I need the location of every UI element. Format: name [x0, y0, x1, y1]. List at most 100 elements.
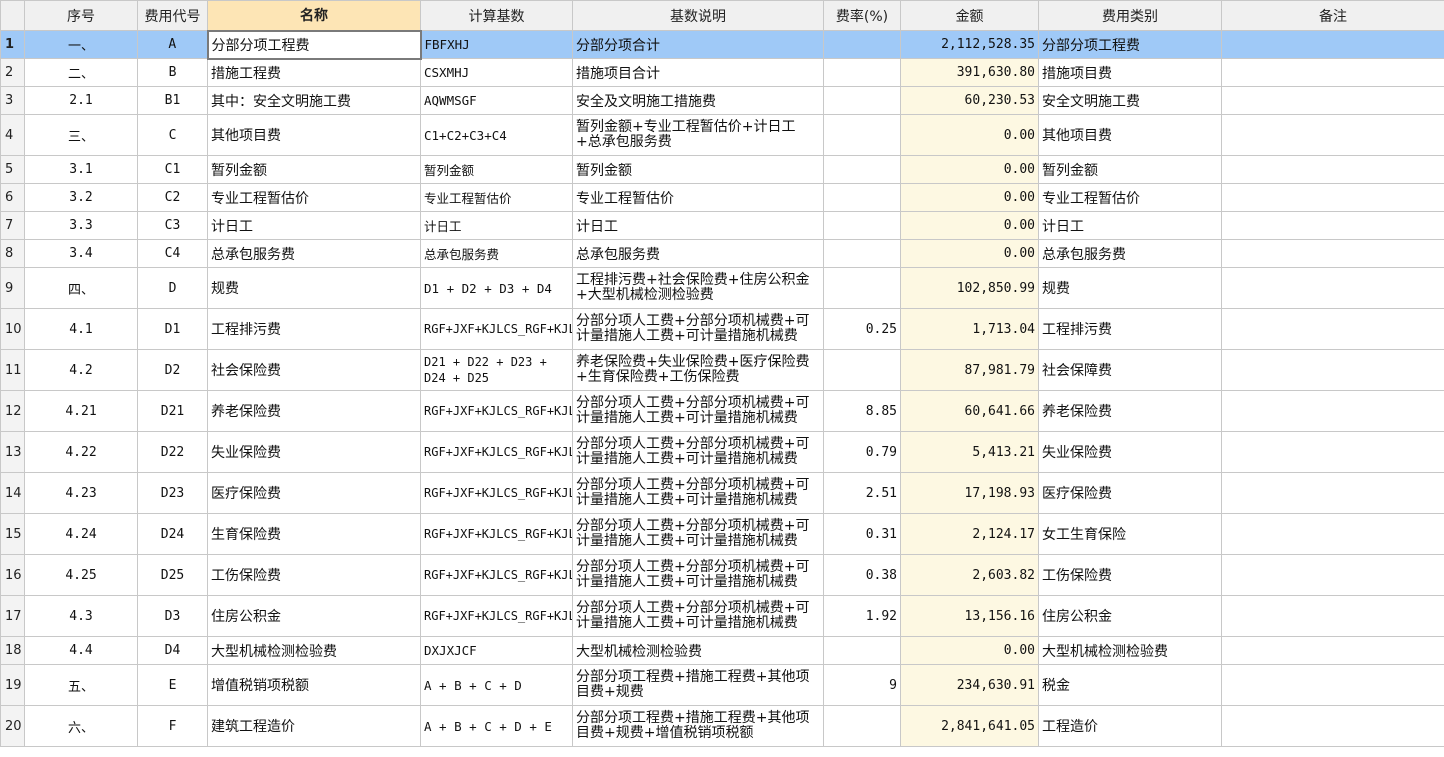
seq-cell[interactable]: 三、	[24, 114, 138, 156]
desc-cell[interactable]: 分部分项人工费+分部分项机械费+可计量措施人工费+可计量措施机械费	[572, 390, 824, 432]
code-cell[interactable]: C	[137, 114, 208, 156]
name-cell[interactable]: 其他项目费	[207, 114, 421, 156]
code-cell[interactable]: D24	[137, 513, 208, 555]
category-cell[interactable]: 工程造价	[1038, 705, 1222, 747]
amount-cell[interactable]: 0.00	[900, 183, 1039, 212]
table-row[interactable]: 5 3.1 C1 暂列金额 暂列金额 暂列金额 0.00 暂列金额	[0, 155, 1444, 184]
row-number-cell[interactable]: 10	[0, 308, 25, 350]
amount-cell[interactable]: 13,156.16	[900, 595, 1039, 637]
seq-cell[interactable]: 4.2	[24, 349, 138, 391]
base-cell[interactable]: D1 + D2 + D3 + D4	[420, 267, 573, 309]
fee-summary-grid[interactable]: 序号 费用代号 名称 计算基数 基数说明 费率(%) 金额 费用类别 备注 1一…	[0, 0, 1444, 757]
seq-cell[interactable]: 一、	[24, 30, 138, 59]
name-cell[interactable]: 社会保险费	[207, 349, 421, 391]
desc-cell[interactable]: 养老保险费+失业保险费+医疗保险费+生育保险费+工伤保险费	[572, 349, 824, 391]
name-cell[interactable]: 措施工程费	[207, 58, 421, 87]
col-header-amount[interactable]: 金额	[900, 0, 1039, 31]
base-cell[interactable]: RGF+JXF+KJLCS_RGF+KJLCS_JXF	[420, 390, 573, 432]
note-cell[interactable]	[1221, 239, 1444, 268]
name-cell[interactable]: 总承包服务费	[207, 239, 421, 268]
table-row[interactable]: 104.1D1工程排污费RGF+JXF+KJLCS_RGF+KJLCS_JXF分…	[0, 308, 1444, 350]
table-row[interactable]: 4 三、 C 其他项目费 C1+C2+C3+C4 暂列金额+专业工程暂估价+计日工+总承包…	[0, 114, 1444, 156]
note-cell[interactable]	[1221, 267, 1444, 309]
name-cell[interactable]: 工程排污费	[207, 308, 421, 350]
desc-cell[interactable]: 安全及文明施工措施费	[572, 86, 824, 115]
seq-cell[interactable]: 4.21	[24, 390, 138, 432]
code-cell[interactable]: D4	[137, 636, 208, 665]
note-cell[interactable]	[1221, 349, 1444, 391]
base-cell[interactable]: RGF+JXF+KJLCS_RGF+KJLCS_JXF	[420, 554, 573, 596]
base-cell[interactable]: FBFXHJ	[420, 30, 573, 59]
table-row[interactable]: 19 五、 E 增值税销项税额 A + B + C + D 分部分项工程费+措施工程费+其…	[0, 664, 1444, 706]
col-header-seq[interactable]: 序号	[24, 0, 138, 31]
code-cell[interactable]: D2	[137, 349, 208, 391]
note-cell[interactable]	[1221, 390, 1444, 432]
amount-cell[interactable]: 60,641.66	[900, 390, 1039, 432]
amount-cell[interactable]: 0.00	[900, 211, 1039, 240]
seq-cell[interactable]: 3.4	[24, 239, 138, 268]
table-row[interactable]: 124.21D21养老保险费RGF+JXF+KJLCS_RGF+KJLCS_JX…	[0, 390, 1444, 432]
code-cell[interactable]: D3	[137, 595, 208, 637]
category-cell[interactable]: 医疗保险费	[1038, 472, 1222, 514]
note-cell[interactable]	[1221, 211, 1444, 240]
table-row[interactable]: 18 4.4 D4 大型机械检测检验费 DXJXJCF 大型机械检测检验费 0.00 大型机械…	[0, 636, 1444, 665]
name-cell[interactable]: 专业工程暂估价	[207, 183, 421, 212]
desc-cell[interactable]: 分部分项工程费+措施工程费+其他项目费+规费	[572, 664, 824, 706]
note-cell[interactable]	[1221, 636, 1444, 665]
table-row[interactable]: 9 四、 D 规费 D1 + D2 + D3 + D4 工程排污费+社会保险费+住房公积金…	[0, 267, 1444, 309]
category-cell[interactable]: 总承包服务费	[1038, 239, 1222, 268]
note-cell[interactable]	[1221, 705, 1444, 747]
category-cell[interactable]: 暂列金额	[1038, 155, 1222, 184]
amount-cell[interactable]: 5,413.21	[900, 431, 1039, 473]
base-cell[interactable]: A + B + C + D	[420, 664, 573, 706]
category-cell[interactable]: 失业保险费	[1038, 431, 1222, 473]
base-cell[interactable]: CSXMHJ	[420, 58, 573, 87]
col-header-desc[interactable]: 基数说明	[572, 0, 824, 31]
desc-cell[interactable]: 专业工程暂估价	[572, 183, 824, 212]
desc-cell[interactable]: 大型机械检测检验费	[572, 636, 824, 665]
amount-cell[interactable]: 0.00	[900, 155, 1039, 184]
rate-cell[interactable]	[823, 58, 901, 87]
category-cell[interactable]: 工程排污费	[1038, 308, 1222, 350]
col-header-base[interactable]: 计算基数	[420, 0, 573, 31]
col-header-code[interactable]: 费用代号	[137, 0, 208, 31]
base-cell[interactable]: RGF+JXF+KJLCS_RGF+KJLCS_JXF	[420, 513, 573, 555]
seq-cell[interactable]: 4.23	[24, 472, 138, 514]
category-cell[interactable]: 大型机械检测检验费	[1038, 636, 1222, 665]
desc-cell[interactable]: 暂列金额	[572, 155, 824, 184]
desc-cell[interactable]: 计日工	[572, 211, 824, 240]
note-cell[interactable]	[1221, 30, 1444, 59]
row-number-cell[interactable]: 12	[0, 390, 25, 432]
row-number-cell[interactable]: 14	[0, 472, 25, 514]
rate-cell[interactable]: 0.31	[823, 513, 901, 555]
row-number-cell[interactable]: 1	[0, 30, 25, 59]
rate-cell[interactable]	[823, 267, 901, 309]
base-cell[interactable]: 专业工程暂估价	[420, 183, 573, 212]
table-row[interactable]: 134.22D22失业保险费RGF+JXF+KJLCS_RGF+KJLCS_JX…	[0, 431, 1444, 473]
note-cell[interactable]	[1221, 114, 1444, 156]
category-cell[interactable]: 计日工	[1038, 211, 1222, 240]
rate-cell[interactable]: 8.85	[823, 390, 901, 432]
base-cell[interactable]: 总承包服务费	[420, 239, 573, 268]
desc-cell[interactable]: 总承包服务费	[572, 239, 824, 268]
seq-cell[interactable]: 4.25	[24, 554, 138, 596]
desc-cell[interactable]: 分部分项人工费+分部分项机械费+可计量措施人工费+可计量措施机械费	[572, 308, 824, 350]
rate-cell[interactable]	[823, 211, 901, 240]
base-cell[interactable]: A + B + C + D + E	[420, 705, 573, 747]
row-number-cell[interactable]: 6	[0, 183, 25, 212]
row-number-cell[interactable]: 3	[0, 86, 25, 115]
seq-cell[interactable]: 4.4	[24, 636, 138, 665]
seq-cell[interactable]: 4.22	[24, 431, 138, 473]
base-cell[interactable]: 暂列金额	[420, 155, 573, 184]
row-number-cell[interactable]: 19	[0, 664, 25, 706]
base-cell[interactable]: RGF+JXF+KJLCS_RGF+KJLCS_JXF	[420, 308, 573, 350]
base-cell[interactable]: D21 + D22 + D23 + D24 + D25	[420, 349, 573, 391]
table-row[interactable]: 7 3.3 C3 计日工 计日工 计日工 0.00 计日工	[0, 211, 1444, 240]
row-number-cell[interactable]: 5	[0, 155, 25, 184]
desc-cell[interactable]: 分部分项人工费+分部分项机械费+可计量措施人工费+可计量措施机械费	[572, 472, 824, 514]
row-number-cell[interactable]: 2	[0, 58, 25, 87]
rate-cell[interactable]	[823, 349, 901, 391]
base-cell[interactable]: DXJXJCF	[420, 636, 573, 665]
rate-cell[interactable]	[823, 239, 901, 268]
rate-cell[interactable]	[823, 155, 901, 184]
